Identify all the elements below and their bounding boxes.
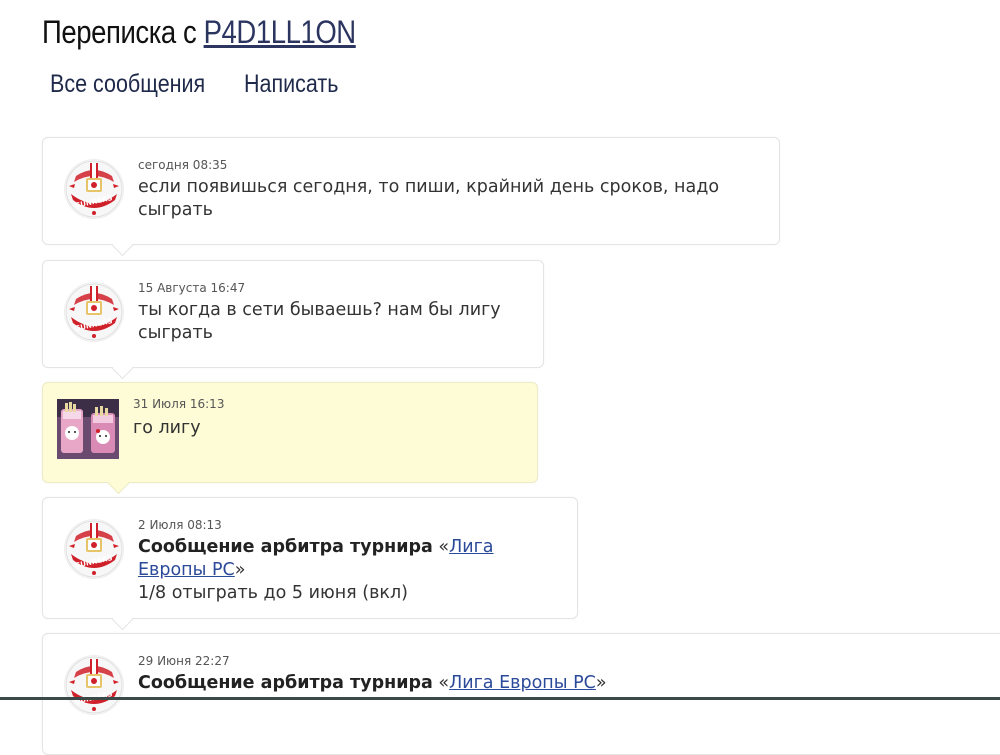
bubble-tail [107,472,130,495]
message-text: го лигу [133,418,201,438]
quote-open: « [432,537,450,557]
message-time: 15 Августа 16:47 [138,281,246,295]
message-item: 29 Июня 22:27 Сообщение арбитра турнира … [42,633,1000,755]
quote-close: » [595,673,607,693]
photo-avatar[interactable] [57,399,119,459]
message-text: ты когда в сети бываешь? нам бы лигу сыг… [138,300,501,343]
gunners-ball-avatar[interactable] [65,656,123,714]
quote-open: « [432,673,450,693]
message-item: 15 Августа 16:47 ты когда в сети бываешь… [42,260,544,380]
tab-all-messages[interactable]: Все сообщения [50,70,205,99]
tournament-link[interactable]: Лига Европы РС [449,673,596,693]
bubble-tail [111,234,134,257]
message-item: сегодня 08:35 если появишься сегодня, то… [42,137,780,257]
page-title: Переписка с P4D1LL1ON [42,14,356,51]
bubble-tail [111,357,134,380]
title-prefix: Переписка с [42,14,197,50]
tab-write[interactable]: Написать [244,70,338,99]
arbiter-message-label: Сообщение арбитра турнира [138,537,433,557]
message-time: сегодня 08:35 [138,158,228,172]
gunners-ball-avatar[interactable] [65,160,123,218]
message-text: если появишься сегодня, то пиши, крайний… [138,177,720,220]
bubble-tail [111,608,134,631]
message-time: 2 Июля 08:13 [138,518,222,532]
message-text: Сообщение арбитра турнира «Лига Европы Р… [138,672,838,695]
gunners-ball-avatar[interactable] [65,520,123,578]
message-tabs: Все сообщения Написать [50,70,354,99]
gunners-ball-avatar[interactable] [65,283,123,341]
message-item: 2 Июля 08:13 Сообщение арбитра турнира «… [42,497,578,631]
quote-close: » [234,560,246,580]
message-detail: 1/8 отыграть до 5 июня (вкл) [138,583,408,603]
message-time: 31 Июля 16:13 [133,397,225,411]
arbiter-message-label: Сообщение арбитра турнира [138,673,433,693]
message-time: 29 Июня 22:27 [138,654,230,668]
message-item-own: 31 Июля 16:13 го лигу [42,382,538,495]
username-link[interactable]: P4D1LL1ON [204,14,357,50]
message-text: Сообщение арбитра турнира «Лига Европы Р… [138,536,558,605]
